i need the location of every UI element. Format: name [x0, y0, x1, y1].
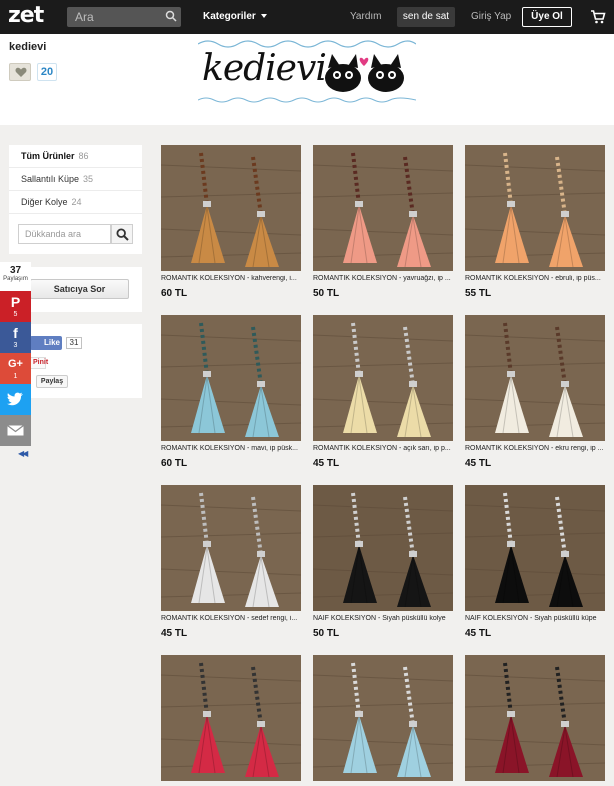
product-image[interactable] — [161, 315, 301, 441]
chevron-down-icon — [260, 14, 267, 19]
product-price: 50 TL — [313, 288, 340, 299]
site-logo[interactable]: zet — [8, 3, 44, 28]
decorative-swirl — [198, 40, 416, 48]
search-icon[interactable] — [165, 10, 177, 22]
collapse-share-bar-icon[interactable]: ◀◀ — [18, 449, 28, 458]
categories-menu[interactable]: Kategoriler — [203, 11, 267, 22]
site-search-input[interactable]: Ara — [67, 7, 181, 27]
email-share-button[interactable] — [0, 415, 31, 446]
shop-search-button[interactable] — [111, 224, 133, 244]
shop-banner: kedievi — [198, 38, 416, 104]
help-link[interactable]: Yardım — [350, 11, 382, 22]
product-title[interactable]: ROMANTİK KOLEKSİYON - ebruli, ip püs... — [465, 275, 605, 282]
googleplus-share-button[interactable]: G+ 1 — [0, 353, 31, 384]
product-price: 60 TL — [161, 458, 188, 469]
like-count: 31 — [66, 337, 82, 349]
product-price: 50 TL — [313, 628, 340, 639]
product-price: 45 TL — [465, 458, 492, 469]
category-list: Tüm Ürünler 86 Sallantılı Küpe 35 Diğer Ko… — [9, 145, 142, 254]
signup-button[interactable]: Üye Ol — [522, 7, 572, 27]
heart-icon — [15, 67, 27, 77]
login-link[interactable]: Giriş Yap — [471, 11, 511, 22]
category-item-all[interactable]: Tüm Ürünler 86 — [9, 145, 142, 168]
product-image[interactable] — [161, 485, 301, 611]
product-title[interactable]: ROMANTİK KOLEKSİYON - kahverengi, i... — [161, 275, 301, 282]
product-price: 45 TL — [313, 458, 340, 469]
banner-title: kedievi — [202, 48, 327, 89]
product-price: 60 TL — [161, 288, 188, 299]
category-item-earrings[interactable]: Sallantılı Küpe 35 — [9, 168, 142, 191]
product-image[interactable] — [465, 315, 605, 441]
product-title[interactable]: ROMANTİK KOLEKSİYON - sedef rengi, i... — [161, 615, 301, 622]
facebook-like-button[interactable]: Like — [30, 336, 62, 350]
product-image[interactable] — [313, 145, 453, 271]
sell-button[interactable]: sen de sat — [397, 7, 455, 27]
twitter-share-button[interactable] — [0, 384, 31, 415]
favorite-button[interactable] — [9, 63, 31, 81]
twitter-icon — [7, 392, 23, 406]
product-image[interactable] — [465, 655, 605, 781]
shop-name: kedievi — [9, 41, 47, 53]
product-price: 45 TL — [465, 628, 492, 639]
search-icon — [116, 228, 129, 241]
product-price: 55 TL — [465, 288, 492, 299]
pinterest-share-button[interactable]: P 5 — [0, 291, 31, 322]
product-image[interactable] — [313, 315, 453, 441]
facebook-icon: f — [13, 325, 18, 341]
top-navbar: zet Ara Kategoriler Yardım sen de sat Gi… — [0, 0, 614, 34]
product-price: 45 TL — [161, 628, 188, 639]
product-image[interactable] — [161, 145, 301, 271]
product-title[interactable]: NAİF KOLEKSİYON - Siyah püsküllü kolye — [313, 615, 453, 622]
product-title[interactable]: NAİF KOLEKSİYON - Siyah püsküllü küpe — [465, 615, 605, 622]
email-icon — [7, 425, 24, 436]
product-title[interactable]: ROMANTİK KOLEKSİYON - ekru rengi, ip ... — [465, 445, 605, 452]
product-title[interactable]: ROMANTİK KOLEKSİYON - mavi, ip püsk... — [161, 445, 301, 452]
googleplus-icon: G+ — [8, 358, 23, 370]
facebook-share-button[interactable]: f 3 — [0, 322, 31, 353]
product-image[interactable] — [313, 655, 453, 781]
cat-logo-icon — [325, 54, 404, 92]
share-total: 37 Paylaşım — [0, 262, 31, 291]
cart-icon[interactable] — [590, 9, 606, 25]
product-image[interactable] — [465, 145, 605, 271]
product-title[interactable]: ROMANTİK KOLEKSİYON - açık sarı, ip p... — [313, 445, 453, 452]
pinit-button[interactable]: Pinit — [30, 357, 48, 369]
product-image[interactable] — [465, 485, 605, 611]
product-title[interactable]: ROMANTİK KOLEKSİYON - yavruağzı, ip ... — [313, 275, 453, 282]
ask-seller-button[interactable]: Satıcıya Sor — [30, 279, 129, 299]
decorative-swirl-bottom — [198, 97, 416, 103]
product-image[interactable] — [161, 655, 301, 781]
search-placeholder: Ara — [75, 10, 94, 24]
product-image[interactable] — [313, 485, 453, 611]
favorite-count: 20 — [37, 63, 57, 81]
shop-search-input[interactable]: Dükkanda ara — [18, 224, 111, 244]
share-button[interactable]: Paylaş — [36, 375, 68, 388]
category-item-necklaces[interactable]: Diğer Kolye 24 — [9, 191, 142, 214]
pinterest-icon: P — [10, 294, 21, 310]
